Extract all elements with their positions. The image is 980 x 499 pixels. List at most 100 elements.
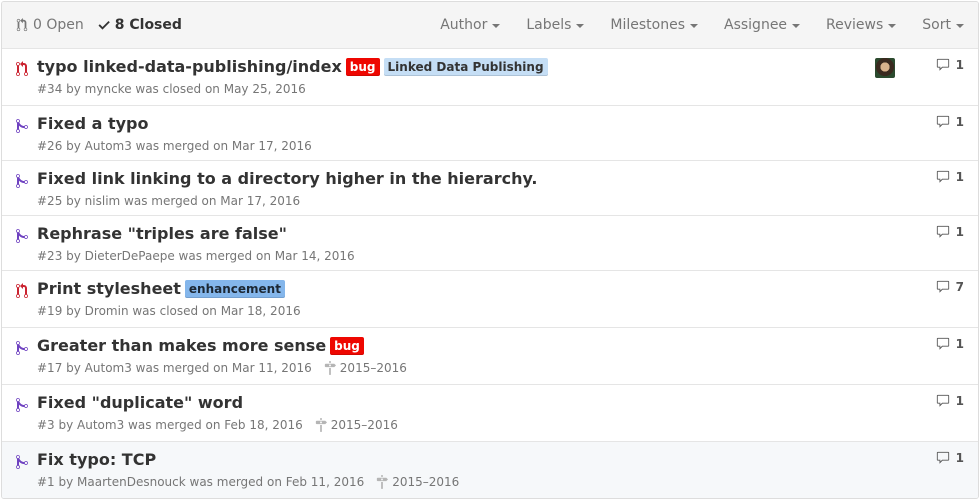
comment-count: 1	[955, 225, 964, 239]
label-badge[interactable]: enhancement	[184, 279, 285, 298]
pull-request-meta-text: #17 by Autom3 was merged on Mar 11, 2016	[37, 361, 312, 375]
pull-request-meta-text: #25 by nislim was merged on Mar 17, 2016	[37, 194, 301, 208]
pull-request-row[interactable]: Rephrase "triples are false" #23 by Diete…	[2, 216, 978, 271]
pull-request-title-link[interactable]: Fixed link linking to a directory higher…	[37, 169, 538, 188]
milestones-filter-dropdown[interactable]: Milestones	[597, 17, 711, 33]
milestone-label: 2015–2016	[392, 475, 460, 489]
milestones-filter-label: Milestones	[610, 17, 685, 33]
sort-dropdown[interactable]: Sort	[909, 17, 978, 33]
pull-request-meta-text: #23 by DieterDePaepe was merged on Mar 1…	[37, 249, 355, 263]
pull-request-list: 0 Open 8 Closed Author Labels Milestones…	[1, 1, 979, 499]
state-toggle: 0 Open 8 Closed	[16, 2, 196, 48]
pull-request-row[interactable]: typo linked-data-publishing/index bug Link…	[2, 49, 978, 106]
comment-icon	[936, 451, 949, 464]
open-filter-link[interactable]: 0 Open	[16, 17, 84, 33]
pull-request-title-link[interactable]: Rephrase "triples are false"	[37, 224, 287, 243]
comments-link[interactable]: 1	[936, 170, 964, 184]
pull-request-meta: #1 by MaartenDesnouck was merged on Feb …	[37, 475, 459, 489]
comments-link[interactable]: 1	[936, 58, 964, 72]
reviews-filter-label: Reviews	[826, 17, 884, 33]
pull-request-title-link[interactable]: typo linked-data-publishing/index	[37, 57, 342, 76]
reviews-filter-dropdown[interactable]: Reviews	[813, 17, 909, 33]
comment-icon	[936, 115, 949, 128]
merged-pull-request-icon	[16, 173, 28, 193]
comment-icon	[936, 170, 949, 183]
comments-link[interactable]: 1	[936, 394, 964, 408]
pull-request-meta-text: #34 by myncke was closed on May 25, 2016	[37, 82, 306, 96]
label-badge[interactable]: bug	[345, 57, 380, 76]
pull-request-row[interactable]: Print stylesheet enhancement #19 by Dromin…	[2, 271, 978, 328]
pull-request-meta-text: #1 by MaartenDesnouck was merged on Feb …	[37, 475, 365, 489]
comments-link[interactable]: 7	[936, 280, 964, 294]
pull-request-meta: #34 by myncke was closed on May 25, 2016	[37, 82, 306, 96]
comment-count: 1	[955, 115, 964, 129]
comment-icon	[936, 337, 949, 350]
merged-pull-request-icon	[16, 118, 28, 138]
pull-request-title-group: Fixed link linking to a directory higher…	[37, 169, 538, 188]
pull-request-title-link[interactable]: Print stylesheet	[37, 279, 181, 298]
merged-pull-request-icon	[16, 454, 28, 474]
chevron-down-icon	[492, 24, 501, 28]
chevron-down-icon	[888, 24, 897, 28]
pull-request-title-link[interactable]: Fixed "duplicate" word	[37, 393, 243, 412]
pull-request-title-group: Greater than makes more sense bug	[37, 336, 364, 355]
pull-request-meta: #19 by Dromin was closed on Mar 18, 2016	[37, 304, 301, 318]
milestone-icon	[315, 418, 327, 432]
pull-request-row[interactable]: Fixed a typo #26 by Autom3 was merged on …	[2, 106, 978, 161]
author-filter-dropdown[interactable]: Author	[427, 17, 513, 33]
labels-filter-dropdown[interactable]: Labels	[513, 17, 597, 33]
pull-request-title-group: Fixed a typo	[37, 114, 149, 133]
pull-request-rows: typo linked-data-publishing/index bug Link…	[2, 49, 978, 498]
comments-link[interactable]: 1	[936, 337, 964, 351]
label-badge[interactable]: bug	[330, 336, 364, 355]
comment-count: 1	[955, 58, 964, 72]
pull-request-title-link[interactable]: Fix typo: TCP	[37, 450, 156, 469]
comment-count: 1	[955, 451, 964, 465]
milestone-label: 2015–2016	[339, 361, 407, 375]
pull-request-row[interactable]: Greater than makes more sense bug #17 by A…	[2, 328, 978, 385]
filter-bar: Author Labels Milestones Assignee Review…	[427, 2, 978, 48]
author-filter-label: Author	[440, 17, 488, 33]
pull-request-meta: #3 by Autom3 was merged on Feb 18, 2016 2…	[37, 418, 398, 432]
milestone-link[interactable]: 2015–2016	[376, 475, 459, 489]
pull-request-row[interactable]: Fixed "duplicate" word #3 by Autom3 was m…	[2, 385, 978, 442]
pull-request-title-group: Fix typo: TCP	[37, 450, 156, 469]
pull-request-meta-text: #19 by Dromin was closed on Mar 18, 2016	[37, 304, 301, 318]
pull-request-title-link[interactable]: Fixed a typo	[37, 114, 149, 133]
pull-request-title-group: Print stylesheet enhancement	[37, 279, 285, 298]
comments-link[interactable]: 1	[936, 115, 964, 129]
comment-icon	[936, 225, 949, 238]
pull-request-meta: #26 by Autom3 was merged on Mar 17, 2016	[37, 139, 312, 153]
comments-link[interactable]: 1	[936, 225, 964, 239]
pull-request-icon	[16, 18, 28, 32]
labels-filter-label: Labels	[526, 17, 572, 33]
pull-request-meta: #23 by DieterDePaepe was merged on Mar 1…	[37, 249, 355, 263]
comments-link[interactable]: 1	[936, 451, 964, 465]
pull-request-title-link[interactable]: Greater than makes more sense	[37, 336, 326, 355]
label-badge[interactable]: Linked Data Publishing	[383, 57, 548, 76]
milestone-link[interactable]: 2015–2016	[315, 418, 398, 432]
comment-count: 7	[955, 280, 964, 294]
open-count-label: 0 Open	[33, 17, 84, 33]
merged-pull-request-icon	[16, 397, 28, 417]
pull-request-meta-text: #26 by Autom3 was merged on Mar 17, 2016	[37, 139, 312, 153]
merged-pull-request-icon	[16, 340, 28, 360]
sort-label: Sort	[922, 17, 951, 33]
closed-count-label: 8 Closed	[114, 17, 182, 33]
pull-request-row[interactable]: Fixed link linking to a directory higher…	[2, 161, 978, 216]
closed-filter-link[interactable]: 8 Closed	[98, 17, 182, 33]
pull-request-meta: #25 by nislim was merged on Mar 17, 2016	[37, 194, 300, 208]
closed-pull-request-icon	[16, 283, 28, 303]
assignee-filter-dropdown[interactable]: Assignee	[711, 17, 813, 33]
assignee-avatar[interactable]	[875, 58, 895, 78]
pull-request-meta-text: #3 by Autom3 was merged on Feb 18, 2016	[37, 418, 303, 432]
chevron-down-icon	[690, 24, 698, 28]
comment-icon	[936, 394, 949, 407]
assignee-filter-label: Assignee	[724, 17, 788, 33]
comment-icon	[936, 280, 949, 293]
pull-request-title-group: typo linked-data-publishing/index bug Link…	[37, 57, 548, 76]
merged-pull-request-icon	[16, 228, 28, 248]
milestone-link[interactable]: 2015–2016	[324, 361, 407, 375]
pull-request-row[interactable]: Fix typo: TCP #1 by MaartenDesnouck was m…	[2, 442, 978, 498]
pull-request-title-group: Fixed "duplicate" word	[37, 393, 243, 412]
